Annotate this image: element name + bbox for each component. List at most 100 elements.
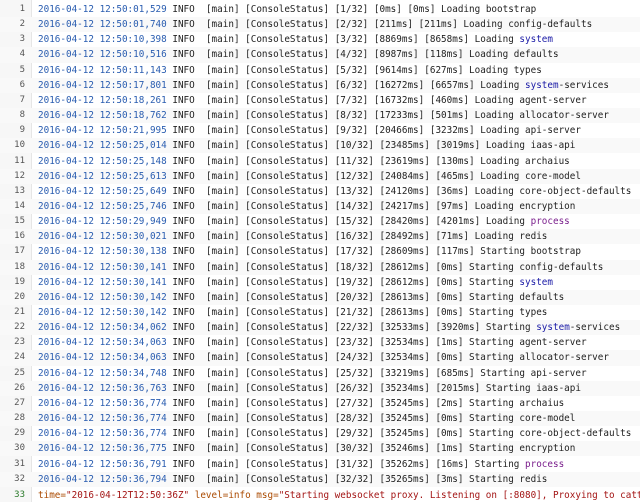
log-level: INFO: [172, 110, 195, 122]
log-timestamp: 2016-04-12 12:50:34,062: [38, 322, 167, 334]
log-message-tail: -services: [569, 322, 621, 334]
log-level: INFO: [172, 261, 195, 273]
log-message: [main] [ConsoleStatus] [26/32] [35234ms]…: [205, 382, 581, 394]
log-line-content: 2016-04-12 12:50:34,063 INFO [main] [Con…: [38, 335, 587, 350]
line-number: 32: [14, 473, 25, 484]
line-number: 11: [14, 155, 25, 166]
log-level: INFO: [172, 200, 195, 212]
log-level: INFO: [172, 413, 195, 425]
log-level: INFO: [172, 291, 195, 303]
line-number: 6: [19, 79, 25, 90]
log-message: [main] [ConsoleStatus] [25/32] [33219ms]…: [205, 367, 587, 379]
log-level: INFO: [172, 246, 195, 258]
log-message: [main] [ConsoleStatus] [13/32] [24120ms]…: [205, 185, 632, 197]
line-number: 16: [14, 231, 25, 242]
log-line-content: 2016-04-12 12:50:36,794 INFO [main] [Con…: [38, 472, 547, 487]
line-number: 17: [14, 246, 25, 257]
log-line: 12 2016-04-12 12:50:25,613 INFO [main] [C…: [0, 168, 640, 184]
log-message: [main] [ConsoleStatus] [15/32] [28420ms]…: [205, 216, 531, 228]
log-level: INFO: [172, 276, 195, 288]
log-timestamp: 2016-04-12 12:50:30,141: [38, 261, 167, 273]
log-line: 33 time="2016-04-12T12:50:36Z" level=info…: [0, 488, 640, 503]
log-keyword-highlight: system: [536, 322, 570, 334]
log-message: [main] [ConsoleStatus] [2/32] [211ms] [2…: [205, 19, 593, 31]
log-line: 16 2016-04-12 12:50:30,021 INFO [main] [C…: [0, 229, 640, 245]
log-line: 29 2016-04-12 12:50:36,774 INFO [main] [C…: [0, 426, 640, 441]
log-level: INFO: [172, 4, 195, 15]
log-message: [main] [ConsoleStatus] [1/32] [0ms] [0ms…: [205, 4, 537, 15]
line-number: 24: [14, 352, 25, 363]
log-line: 11 2016-04-12 12:50:25,148 INFO [main] [C…: [0, 154, 640, 169]
log-line-content: 2016-04-12 12:50:18,762 INFO [main] [Con…: [38, 108, 609, 123]
line-number: 22: [14, 322, 25, 333]
log-line: 7 2016-04-12 12:50:18,261 INFO [main] [Co…: [0, 93, 640, 108]
log-timestamp: 2016-04-12 12:50:34,748: [38, 367, 167, 379]
log-message: [main] [ConsoleStatus] [20/32] [28613ms]…: [205, 291, 565, 303]
log-timestamp: 2016-04-12 12:50:36,791: [38, 458, 167, 470]
log-line-content: 2016-04-12 12:50:25,649 INFO [main] [Con…: [38, 184, 631, 199]
line-number: 13: [14, 185, 25, 196]
log-line: 21 2016-04-12 12:50:30,142 INFO [main] [C…: [0, 305, 640, 320]
log-viewer[interactable]: 1 2016-04-12 12:50:01,529 INFO [main] [Co…: [0, 0, 640, 502]
log-timestamp: 2016-04-12 12:50:11,143: [38, 64, 167, 76]
log-line: 3 2016-04-12 12:50:10,398 INFO [main] [Co…: [0, 32, 640, 47]
log-line-content: 2016-04-12 12:50:34,063 INFO [main] [Con…: [38, 350, 609, 365]
log-timestamp: 2016-04-12 12:50:36,763: [38, 382, 167, 394]
log-message: [main] [ConsoleStatus] [11/32] [23619ms]…: [205, 155, 570, 167]
line-number: 21: [14, 307, 25, 317]
log-timestamp: 2016-04-12 12:50:34,063: [38, 352, 167, 364]
line-number: 8: [19, 110, 25, 121]
log-keyword-highlight: process: [525, 458, 565, 470]
log-level: INFO: [172, 473, 195, 485]
log-line-content: 2016-04-12 12:50:30,141 INFO [main] [Con…: [38, 260, 603, 275]
log-line: 4 2016-04-12 12:50:10,516 INFO [main] [Co…: [0, 47, 640, 63]
log-line-content: 2016-04-12 12:50:34,062 INFO [main] [Con…: [38, 320, 620, 335]
log-line-content: 2016-04-12 12:50:10,516 INFO [main] [Con…: [38, 47, 559, 62]
log-line-content: 2016-04-12 12:50:25,014 INFO [main] [Con…: [38, 138, 575, 153]
log-level: INFO: [172, 185, 195, 197]
log-timestamp: 2016-04-12 12:50:10,398: [38, 34, 167, 46]
log-field: "2016-04-12T12:50:36Z": [66, 489, 190, 501]
log-message: [main] [ConsoleStatus] [4/32] [8987ms] […: [205, 49, 559, 61]
log-line: 1 2016-04-12 12:50:01,529 INFO [main] [Co…: [0, 2, 640, 17]
log-level: INFO: [172, 34, 195, 46]
log-line-content: 2016-04-12 12:50:21,995 INFO [main] [Con…: [38, 123, 581, 138]
log-timestamp: 2016-04-12 12:50:36,774: [38, 428, 167, 440]
log-message: [main] [ConsoleStatus] [23/32] [32534ms]…: [205, 337, 587, 349]
log-level: INFO: [172, 382, 195, 394]
line-number: 1: [19, 4, 25, 14]
log-line-content: 2016-04-12 12:50:36,774 INFO [main] [Con…: [38, 396, 564, 411]
line-number: 7: [19, 94, 25, 105]
log-timestamp: 2016-04-12 12:50:01,529: [38, 4, 167, 15]
log-timestamp: 2016-04-12 12:50:36,774: [38, 413, 167, 425]
log-line: 19 2016-04-12 12:50:30,141 INFO [main] [C…: [0, 275, 640, 290]
log-message: [main] [ConsoleStatus] [6/32] [16272ms] …: [205, 79, 525, 91]
log-line: 31 2016-04-12 12:50:36,791 INFO [main] [C…: [0, 457, 640, 472]
log-line: 25 2016-04-12 12:50:34,748 INFO [main] [C…: [0, 366, 640, 381]
log-level: INFO: [172, 79, 195, 91]
log-message: [main] [ConsoleStatus] [27/32] [35245ms]…: [205, 397, 565, 409]
log-line-content: 2016-04-12 12:50:30,142 INFO [main] [Con…: [38, 305, 547, 320]
line-number: 20: [14, 291, 25, 302]
log-message: [main] [ConsoleStatus] [32/32] [35265ms]…: [205, 473, 548, 485]
line-number: 12: [14, 170, 25, 181]
log-timestamp: 2016-04-12 12:50:36,775: [38, 443, 167, 455]
log-line-content: 2016-04-12 12:50:25,613 INFO [main] [Con…: [38, 169, 581, 184]
line-number: 33: [14, 489, 25, 500]
log-level: INFO: [172, 443, 195, 455]
log-level: INFO: [172, 367, 195, 379]
log-line: 20 2016-04-12 12:50:30,142 INFO [main] [C…: [0, 289, 640, 305]
line-number: 23: [14, 337, 25, 348]
log-level: INFO: [172, 49, 195, 61]
log-timestamp: 2016-04-12 12:50:34,063: [38, 337, 167, 349]
log-line-content: 2016-04-12 12:50:36,775 INFO [main] [Con…: [38, 441, 575, 456]
log-level: INFO: [172, 337, 195, 349]
log-line: 5 2016-04-12 12:50:11,143 INFO [main] [Co…: [0, 63, 640, 78]
log-timestamp: 2016-04-12 12:50:18,762: [38, 110, 167, 122]
log-line-content: 2016-04-12 12:50:30,138 INFO [main] [Con…: [38, 244, 581, 259]
log-message: [main] [ConsoleStatus] [22/32] [32533ms]…: [205, 322, 537, 334]
log-timestamp: 2016-04-12 12:50:36,794: [38, 473, 167, 485]
log-message: [main] [ConsoleStatus] [16/32] [28492ms]…: [205, 231, 548, 243]
log-timestamp: 2016-04-12 12:50:01,740: [38, 19, 167, 31]
log-field: "Starting websocket proxy. Listening on …: [278, 489, 640, 501]
